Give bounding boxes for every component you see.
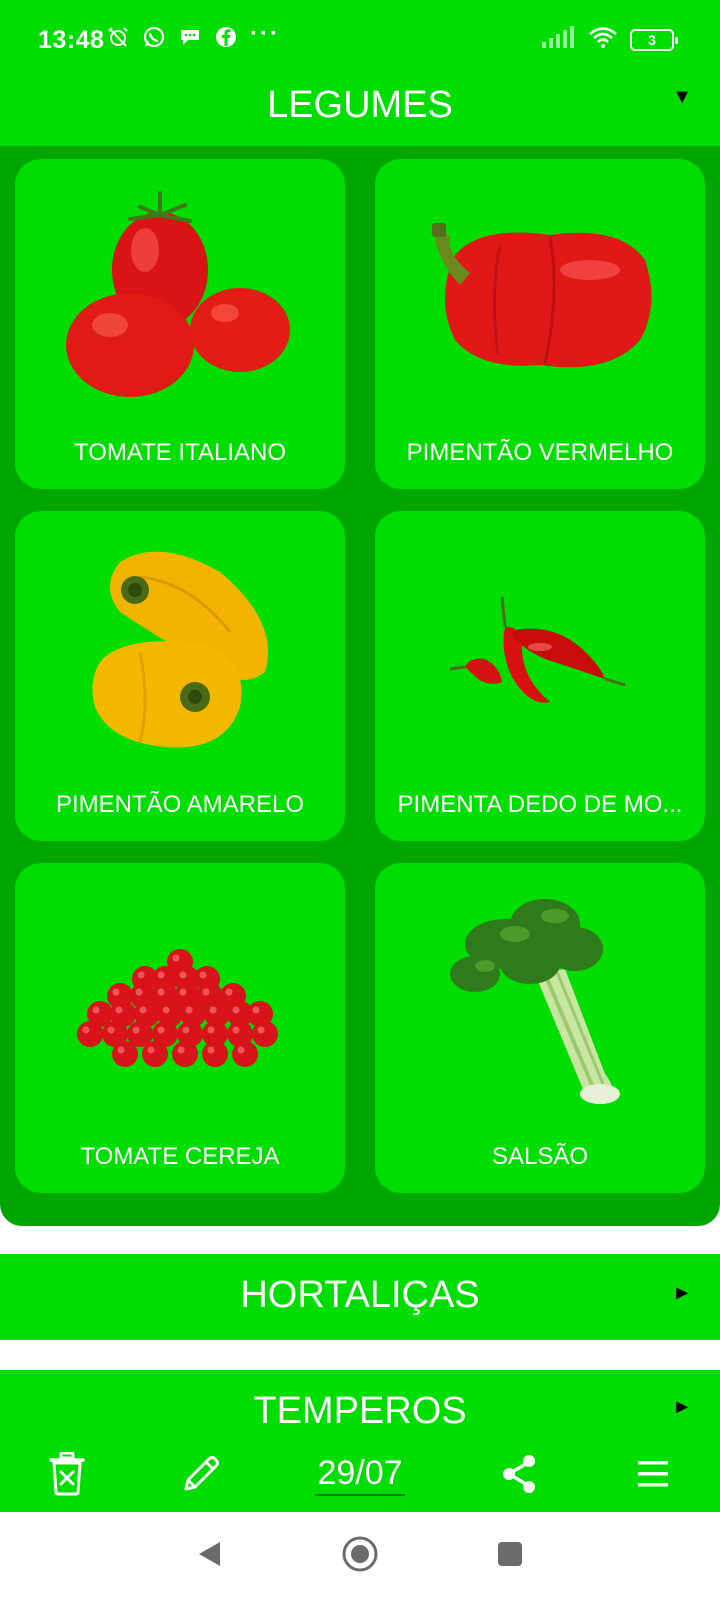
product-tile[interactable]: PIMENTÃO VERMELHO <box>375 159 705 489</box>
legumes-grid: TOMATE ITALIANO PIMENTÃO VERMELHO PIMENT… <box>0 146 720 1226</box>
collapse-arrow-icon[interactable]: ▼ <box>672 86 692 109</box>
product-label: TOMATE ITALIANO <box>73 439 287 466</box>
back-icon <box>196 1539 224 1574</box>
date-field[interactable]: 29/07 <box>305 1446 415 1506</box>
delete-list-icon <box>49 1451 85 1501</box>
category-title: LEGUMES <box>267 84 453 126</box>
alarm-off-icon <box>105 24 131 50</box>
facebook-icon <box>213 24 239 50</box>
cherry-tomato-image <box>15 879 345 1129</box>
celery-image <box>375 879 705 1129</box>
edit-icon <box>180 1453 222 1500</box>
recents-button[interactable] <box>490 1536 530 1576</box>
status-notification-icons <box>105 24 239 50</box>
expand-arrow-icon[interactable]: ► <box>672 1396 692 1419</box>
product-tile[interactable]: PIMENTÃO AMARELO <box>15 511 345 841</box>
delete-list-button[interactable] <box>37 1446 97 1506</box>
product-tile[interactable]: TOMATE CEREJA <box>15 863 345 1193</box>
product-label: PIMENTÃO VERMELHO <box>406 439 674 466</box>
recents-icon <box>496 1540 524 1573</box>
product-label: PIMENTA DEDO DE MO... <box>397 791 683 818</box>
status-bar: 13:48 ··· 3 <box>0 0 720 76</box>
expand-arrow-icon[interactable]: ► <box>672 1282 692 1305</box>
date-value: 29/07 <box>315 1456 405 1496</box>
status-system-icons: 3 <box>542 26 678 53</box>
red-bell-pepper-image <box>375 175 705 425</box>
product-tile[interactable]: SALSÃO <box>375 863 705 1193</box>
menu-button[interactable] <box>623 1446 683 1506</box>
signal-icon <box>542 26 576 53</box>
roma-tomato-image <box>15 175 345 425</box>
home-icon <box>341 1535 379 1578</box>
share-icon <box>500 1454 538 1499</box>
home-button[interactable] <box>340 1536 380 1576</box>
category-header-legumes[interactable]: LEGUMES ▼ <box>0 76 720 146</box>
product-tile[interactable]: TOMATE ITALIANO <box>15 159 345 489</box>
wifi-icon <box>588 26 618 53</box>
product-label: TOMATE CEREJA <box>80 1143 280 1170</box>
bottom-toolbar: 29/07 <box>0 1440 720 1512</box>
category-title: HORTALIÇAS <box>240 1274 480 1316</box>
back-button[interactable] <box>190 1536 230 1576</box>
edit-button[interactable] <box>171 1446 231 1506</box>
status-time: 13:48 <box>38 26 105 54</box>
category-header-hortalicas[interactable]: HORTALIÇAS ► <box>0 1254 720 1340</box>
menu-icon <box>637 1459 669 1494</box>
battery-icon: 3 <box>630 28 678 51</box>
more-notifications-indicator: ··· <box>250 20 280 47</box>
category-header-temperos[interactable]: TEMPEROS ► <box>0 1370 720 1440</box>
product-tile[interactable]: PIMENTA DEDO DE MO... <box>375 511 705 841</box>
product-label: SALSÃO <box>491 1143 589 1170</box>
whatsapp-icon <box>141 24 167 50</box>
share-button[interactable] <box>489 1446 549 1506</box>
category-title: TEMPEROS <box>253 1390 467 1432</box>
system-navigation-bar <box>0 1512 720 1600</box>
chat-icon <box>177 24 203 50</box>
product-label: PIMENTÃO AMARELO <box>55 791 305 818</box>
yellow-bell-pepper-image <box>15 527 345 777</box>
red-chili-pepper-image <box>375 527 705 777</box>
